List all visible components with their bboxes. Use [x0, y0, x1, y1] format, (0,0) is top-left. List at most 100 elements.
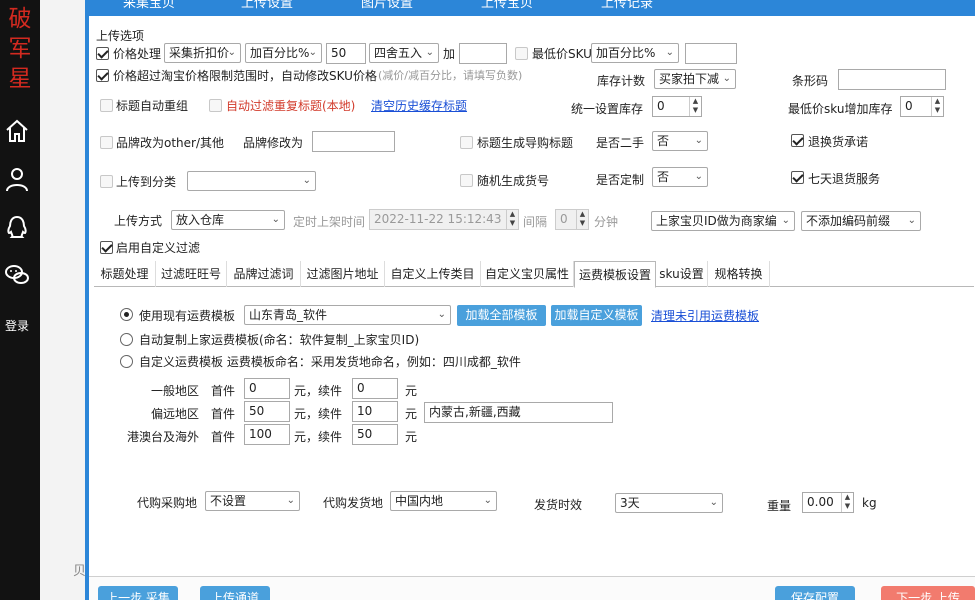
brand-modify-label: 品牌修改为: [243, 136, 304, 150]
title-reorg-label: 标题自动重组: [116, 99, 189, 113]
unit-continue-label: 元，续件: [294, 384, 343, 398]
return-promise-checkbox[interactable]: [791, 134, 804, 147]
wechat-icon[interactable]: [4, 262, 30, 288]
nav-image-settings[interactable]: 图片设置: [361, 0, 413, 11]
custom-template-label: 自定义运费模板 运费模板命名：采用发货地命名，例如：四川成都_软件: [139, 355, 521, 369]
barcode-input[interactable]: [838, 69, 946, 90]
tab-custom-attributes[interactable]: 自定义宝贝属性: [481, 261, 574, 287]
tab-spec-conversion[interactable]: 规格转换: [708, 261, 770, 287]
freight-template-select[interactable]: 山东青岛_软件 ⌄: [244, 305, 451, 325]
stock-count-label: 库存计数: [597, 74, 646, 88]
auto-copy-label: 自动复制上家运费模板(命名：软件复制_上家宝贝ID): [139, 333, 420, 347]
auto-copy-radio[interactable]: [120, 333, 133, 346]
second-hand-select[interactable]: 否 ⌄: [652, 131, 708, 151]
custom-filter-checkbox[interactable]: [100, 241, 113, 254]
auto-modify-checkbox[interactable]: [96, 69, 109, 82]
load-all-templates-button[interactable]: 加载全部模板: [457, 305, 546, 326]
remote-regions-input[interactable]: 内蒙古,新疆,西藏: [424, 402, 613, 423]
next-upload-button[interactable]: 下一步 上传: [881, 586, 975, 600]
unit-yuan-label: 元: [405, 430, 418, 444]
upload-category-select[interactable]: ⌄: [187, 171, 316, 191]
general-next-input[interactable]: 0: [352, 378, 398, 399]
unified-stock-input[interactable]: 0 ▲ ▼: [652, 96, 702, 117]
clean-unused-templates-link[interactable]: 清理未引用运费模板: [651, 307, 759, 324]
tab-freight-template[interactable]: 运费模板设置: [574, 261, 656, 288]
custom-template-radio[interactable]: [120, 355, 133, 368]
qq-icon[interactable]: [4, 214, 30, 240]
brand-other-checkbox[interactable]: [100, 136, 113, 149]
min-price-value-input[interactable]: [685, 43, 737, 64]
general-first-input[interactable]: 0: [244, 378, 290, 399]
min-price-mode-select[interactable]: 加百分比% ⌄: [591, 43, 679, 63]
tab-custom-category[interactable]: 自定义上传类目: [385, 261, 481, 287]
region-label-general: 一般地区: [151, 384, 200, 398]
proxy-purchase-select[interactable]: 不设置 ⌄: [205, 491, 300, 511]
home-icon[interactable]: [4, 118, 30, 144]
upload-channel-button[interactable]: 上传通道: [200, 586, 270, 600]
stock-count-select[interactable]: 买家拍下减 ⌄: [654, 69, 736, 89]
auto-modify-hint: (减价/减百分比，请填写负数): [378, 69, 523, 82]
price-mode-select[interactable]: 加百分比% ⌄: [245, 43, 322, 63]
tab-filter-wangwang[interactable]: 过滤旺旺号: [156, 261, 227, 287]
brand-modify-input[interactable]: [312, 131, 395, 152]
brand-char-3: 星: [8, 66, 32, 92]
rounding-select[interactable]: 四舍五入 ⌄: [369, 43, 439, 63]
add-label: 加: [443, 47, 456, 61]
seven-day-return-label: 七天退货服务: [808, 172, 881, 186]
overseas-next-input[interactable]: 50: [352, 424, 398, 445]
interval-input[interactable]: 0 ▲ ▼: [555, 209, 589, 230]
left-sidebar: 破 军 星 登录: [0, 0, 40, 600]
custom-made-select[interactable]: 否 ⌄: [652, 167, 708, 187]
price-source-select[interactable]: 采集折扣价 ⌄: [164, 43, 241, 63]
use-existing-radio[interactable]: [120, 308, 133, 321]
proxy-ship-label: 代购发货地: [323, 496, 384, 510]
custom-made-label: 是否定制: [596, 173, 645, 187]
upload-method-label: 上传方式: [114, 214, 163, 228]
settings-tabs: 标题处理 过滤旺旺号 品牌过滤词 过滤图片地址 自定义上传类目 自定义宝贝属性 …: [94, 261, 974, 288]
nav-upload-items[interactable]: 上传宝贝: [481, 0, 533, 11]
save-config-button[interactable]: 保存配置: [775, 586, 855, 600]
min-sku-stock-input[interactable]: 0 ▲ ▼: [900, 96, 944, 117]
upload-method-select[interactable]: 放入仓库 ⌄: [171, 210, 285, 230]
prev-collect-button[interactable]: 上一步 采集: [98, 586, 178, 600]
overseas-first-input[interactable]: 100: [244, 424, 290, 445]
tab-title-process[interactable]: 标题处理: [94, 261, 156, 287]
first-item-label: 首件: [211, 407, 236, 421]
interval-label: 间隔: [523, 215, 548, 229]
ship-time-select[interactable]: 3天 ⌄: [615, 493, 723, 513]
weight-unit: kg: [862, 496, 877, 510]
load-custom-templates-button[interactable]: 加载自定义模板: [551, 305, 642, 326]
brand-char-2: 军: [8, 36, 32, 62]
tab-brand-filter[interactable]: 品牌过滤词: [227, 261, 301, 287]
proxy-ship-select[interactable]: 中国内地 ⌄: [390, 491, 497, 511]
code-prefix-select[interactable]: 不添加编码前缀 ⌄: [801, 211, 921, 231]
unified-stock-label: 统一设置库存: [571, 102, 644, 116]
min-price-sku-checkbox[interactable]: [515, 47, 528, 60]
title-shopping-checkbox[interactable]: [460, 136, 473, 149]
clear-history-link[interactable]: 清空历史缓存标题: [371, 97, 467, 114]
seven-day-return-checkbox[interactable]: [791, 171, 804, 184]
nav-collect[interactable]: 采集宝贝: [123, 0, 175, 11]
price-value-input[interactable]: 50: [326, 43, 366, 64]
weight-input[interactable]: 0.00 ▲ ▼: [802, 492, 854, 513]
filter-dup-title-checkbox[interactable]: [209, 99, 222, 112]
remote-first-input[interactable]: 50: [244, 401, 290, 422]
nav-upload-settings[interactable]: 上传设置: [241, 0, 293, 11]
remote-next-input[interactable]: 10: [352, 401, 398, 422]
tab-sku-settings[interactable]: sku设置: [656, 261, 708, 287]
add-value-input[interactable]: [459, 43, 507, 64]
use-existing-label: 使用现有运费模板: [139, 309, 236, 323]
bottom-action-bar: 上一步 采集 上传通道 保存配置 下一步 上传: [89, 576, 975, 600]
login-link[interactable]: 登录: [2, 317, 32, 334]
user-icon[interactable]: [4, 166, 30, 192]
title-reorg-checkbox[interactable]: [100, 99, 113, 112]
timed-datetime-input[interactable]: 2022-11-22 15:12:43 ▲ ▼: [369, 209, 519, 230]
price-process-checkbox[interactable]: [96, 47, 109, 60]
tab-filter-image-url[interactable]: 过滤图片地址: [301, 261, 385, 287]
upload-category-checkbox[interactable]: [100, 175, 113, 188]
random-code-checkbox[interactable]: [460, 174, 473, 187]
timed-label: 定时上架时间: [293, 215, 366, 229]
merchant-code-select[interactable]: 上家宝贝ID做为商家编 ⌄: [651, 211, 795, 231]
nav-upload-records[interactable]: 上传记录: [601, 0, 653, 11]
unit-yuan-label: 元: [405, 407, 418, 421]
